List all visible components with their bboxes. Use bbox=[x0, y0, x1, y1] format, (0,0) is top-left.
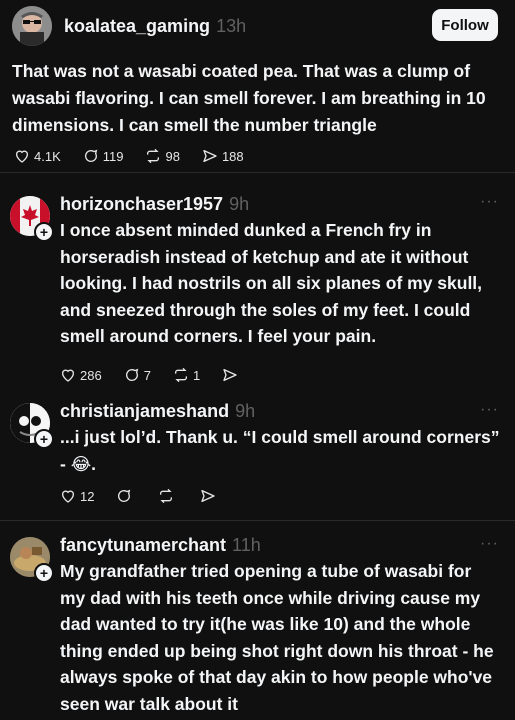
like-button[interactable]: 4.1K bbox=[14, 148, 61, 164]
main-post: koalatea_gaming 13h Follow That was not a… bbox=[0, 0, 515, 172]
repost-icon bbox=[147, 148, 160, 164]
repost-button[interactable]: 98 bbox=[145, 148, 180, 164]
repost-button[interactable] bbox=[158, 488, 178, 504]
post-text: ...i just lol’d. Thank u. “I could smell… bbox=[60, 427, 500, 474]
post-actions: 12 bbox=[60, 488, 242, 504]
repost-button[interactable]: 1 bbox=[173, 367, 200, 383]
comment-icon bbox=[125, 368, 138, 381]
post-actions: 4.1K 119 98 188 bbox=[14, 148, 266, 164]
repost-icon bbox=[160, 488, 173, 504]
reply-post: + fancytunamerchant 11h ··· My grandfathe… bbox=[0, 521, 515, 720]
share-button[interactable] bbox=[200, 488, 220, 504]
post-time: 13h bbox=[216, 16, 247, 36]
username-text[interactable]: fancytunamerchant bbox=[60, 535, 226, 555]
post-text: That was not a wasabi coated pea. That w… bbox=[12, 61, 486, 135]
post-time: 9h bbox=[235, 401, 256, 421]
like-count: 4.1K bbox=[34, 148, 61, 164]
username[interactable]: horizonchaser1957 9h bbox=[60, 194, 249, 215]
more-icon[interactable]: ··· bbox=[480, 401, 499, 419]
reply-button[interactable]: 7 bbox=[124, 367, 151, 383]
username[interactable]: fancytunamerchant 11h bbox=[60, 535, 261, 556]
username[interactable]: christianjameshand 9h bbox=[60, 401, 255, 422]
reply-count: 119 bbox=[102, 148, 124, 164]
post-text: My grandfather tried opening a tube of w… bbox=[60, 561, 494, 714]
reply-post: + christianjameshand 9h ··· ...i just lol… bbox=[0, 395, 515, 520]
repost-icon bbox=[174, 367, 187, 383]
heart-icon bbox=[16, 150, 28, 163]
plus-icon[interactable]: + bbox=[34, 222, 54, 242]
share-button[interactable]: 188 bbox=[202, 148, 244, 164]
repost-count: 98 bbox=[165, 148, 180, 164]
username-text[interactable]: christianjameshand bbox=[60, 401, 229, 421]
post-time: 11h bbox=[232, 535, 261, 555]
heart-icon bbox=[62, 369, 74, 382]
plus-icon[interactable]: + bbox=[34, 563, 54, 583]
like-button[interactable]: 286 bbox=[60, 367, 102, 383]
reply-post: + horizonchaser1957 9h ··· I once absent … bbox=[0, 173, 515, 395]
like-button[interactable]: 12 bbox=[60, 488, 94, 504]
reply-button[interactable] bbox=[116, 488, 136, 504]
share-icon bbox=[201, 490, 216, 502]
avatar-image bbox=[12, 6, 52, 46]
more-icon[interactable]: ··· bbox=[480, 193, 499, 211]
more-icon[interactable]: ··· bbox=[480, 535, 499, 553]
post-text: I once absent minded dunked a French fry… bbox=[60, 220, 483, 346]
comment-icon bbox=[84, 149, 98, 162]
heart-icon bbox=[62, 490, 74, 503]
follow-button[interactable]: Follow bbox=[432, 9, 498, 41]
comment-icon bbox=[118, 489, 131, 502]
reply-button[interactable]: 119 bbox=[83, 148, 124, 164]
share-button[interactable] bbox=[222, 367, 242, 383]
share-count: 188 bbox=[221, 148, 244, 164]
post-time: 9h bbox=[229, 194, 250, 214]
like-count: 286 bbox=[80, 367, 102, 383]
share-icon bbox=[223, 369, 237, 381]
username-text[interactable]: koalatea_gaming bbox=[64, 16, 210, 36]
reply-count: 7 bbox=[143, 367, 151, 383]
share-icon bbox=[203, 150, 217, 162]
username[interactable]: koalatea_gaming 13h bbox=[64, 16, 246, 37]
repost-count: 1 bbox=[192, 367, 201, 383]
username-text[interactable]: horizonchaser1957 bbox=[60, 194, 223, 214]
post-actions: 286 7 1 bbox=[60, 367, 264, 383]
plus-icon[interactable]: + bbox=[34, 429, 54, 449]
like-count: 12 bbox=[80, 488, 95, 504]
avatar[interactable] bbox=[12, 6, 52, 46]
